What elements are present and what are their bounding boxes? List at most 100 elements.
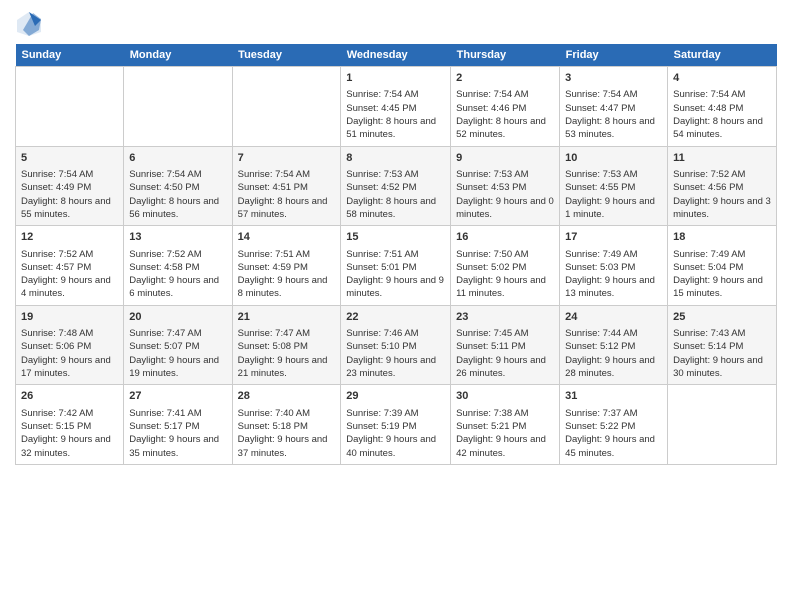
calendar-cell: 28 Sunrise: 7:40 AM Sunset: 5:18 PM Dayli…: [232, 385, 341, 465]
calendar-cell: 29Sunrise: 7:39 AM Sunset: 5:19 PM Dayli…: [341, 385, 451, 465]
day-number: 6: [129, 151, 226, 166]
day-number: 5: [21, 151, 118, 166]
day-number: 2: [456, 71, 554, 86]
day-info: Sunrise: 7:54 AM Sunset: 4:45 PM Dayligh…: [346, 88, 445, 141]
calendar-cell: 3 Sunrise: 7:54 AM Sunset: 4:47 PM Daylig…: [560, 67, 668, 147]
day-number: 17: [565, 230, 662, 245]
day-info: Sunrise: 7:53 AM Sunset: 4:53 PM Dayligh…: [456, 168, 554, 221]
header: [15, 10, 777, 38]
calendar-cell: 24 Sunrise: 7:44 AM Sunset: 5:12 PM Dayli…: [560, 305, 668, 385]
week-row-2: 5 Sunrise: 7:54 AM Sunset: 4:49 PM Daylig…: [16, 146, 777, 226]
calendar-cell: [232, 67, 341, 147]
calendar-cell: 25 Sunrise: 7:43 AM Sunset: 5:14 PM Dayli…: [668, 305, 777, 385]
day-info: Sunrise: 7:53 AM Sunset: 4:55 PM Dayligh…: [565, 168, 662, 221]
calendar-cell: 26 Sunrise: 7:42 AM Sunset: 5:15 PM Dayli…: [16, 385, 124, 465]
calendar-cell: 16 Sunrise: 7:50 AM Sunset: 5:02 PM Dayli…: [451, 226, 560, 306]
calendar-cell: 4Sunrise: 7:54 AM Sunset: 4:48 PM Daylig…: [668, 67, 777, 147]
day-info: Sunrise: 7:54 AM Sunset: 4:46 PM Dayligh…: [456, 88, 554, 141]
day-info: Sunrise: 7:44 AM Sunset: 5:12 PM Dayligh…: [565, 327, 662, 380]
calendar-cell: 11 Sunrise: 7:52 AM Sunset: 4:56 PM Dayli…: [668, 146, 777, 226]
calendar-cell: 7 Sunrise: 7:54 AM Sunset: 4:51 PM Daylig…: [232, 146, 341, 226]
calendar-cell: 13 Sunrise: 7:52 AM Sunset: 4:58 PM Dayli…: [124, 226, 232, 306]
day-number: 30: [456, 389, 554, 404]
calendar-cell: 20Sunrise: 7:47 AM Sunset: 5:07 PM Dayli…: [124, 305, 232, 385]
calendar-cell: 15 Sunrise: 7:51 AM Sunset: 5:01 PM Dayli…: [341, 226, 451, 306]
weekday-header-sunday: Sunday: [16, 44, 124, 67]
day-number: 31: [565, 389, 662, 404]
calendar-cell: 6 Sunrise: 7:54 AM Sunset: 4:50 PM Daylig…: [124, 146, 232, 226]
day-info: Sunrise: 7:40 AM Sunset: 5:18 PM Dayligh…: [238, 407, 336, 460]
day-number: 3: [565, 71, 662, 86]
weekday-header-thursday: Thursday: [451, 44, 560, 67]
day-info: Sunrise: 7:46 AM Sunset: 5:10 PM Dayligh…: [346, 327, 445, 380]
calendar-cell: 31 Sunrise: 7:37 AM Sunset: 5:22 PM Dayli…: [560, 385, 668, 465]
calendar-cell: 8 Sunrise: 7:53 AM Sunset: 4:52 PM Daylig…: [341, 146, 451, 226]
day-number: 21: [238, 310, 336, 325]
calendar-cell: 30 Sunrise: 7:38 AM Sunset: 5:21 PM Dayli…: [451, 385, 560, 465]
weekday-header-row: SundayMondayTuesdayWednesdayThursdayFrid…: [16, 44, 777, 67]
day-number: 27: [129, 389, 226, 404]
day-number: 15: [346, 230, 445, 245]
day-info: Sunrise: 7:51 AM Sunset: 4:59 PM Dayligh…: [238, 248, 336, 301]
day-info: Sunrise: 7:54 AM Sunset: 4:49 PM Dayligh…: [21, 168, 118, 221]
weekday-header-wednesday: Wednesday: [341, 44, 451, 67]
day-number: 10: [565, 151, 662, 166]
day-number: 1: [346, 71, 445, 86]
week-row-5: 26 Sunrise: 7:42 AM Sunset: 5:15 PM Dayli…: [16, 385, 777, 465]
day-number: 24: [565, 310, 662, 325]
logo: [15, 10, 45, 38]
day-number: 26: [21, 389, 118, 404]
day-info: Sunrise: 7:41 AM Sunset: 5:17 PM Dayligh…: [129, 407, 226, 460]
week-row-1: 1 Sunrise: 7:54 AM Sunset: 4:45 PM Daylig…: [16, 67, 777, 147]
day-info: Sunrise: 7:43 AM Sunset: 5:14 PM Dayligh…: [673, 327, 771, 380]
day-info: Sunrise: 7:45 AM Sunset: 5:11 PM Dayligh…: [456, 327, 554, 380]
calendar-cell: 5 Sunrise: 7:54 AM Sunset: 4:49 PM Daylig…: [16, 146, 124, 226]
calendar-table: SundayMondayTuesdayWednesdayThursdayFrid…: [15, 44, 777, 465]
day-info: Sunrise: 7:53 AM Sunset: 4:52 PM Dayligh…: [346, 168, 445, 221]
day-info: Sunrise: 7:54 AM Sunset: 4:51 PM Dayligh…: [238, 168, 336, 221]
day-info: Sunrise: 7:54 AM Sunset: 4:50 PM Dayligh…: [129, 168, 226, 221]
day-info: Sunrise: 7:52 AM Sunset: 4:58 PM Dayligh…: [129, 248, 226, 301]
week-row-4: 19 Sunrise: 7:48 AM Sunset: 5:06 PM Dayli…: [16, 305, 777, 385]
day-number: 13: [129, 230, 226, 245]
day-info: Sunrise: 7:37 AM Sunset: 5:22 PM Dayligh…: [565, 407, 662, 460]
calendar-cell: 27 Sunrise: 7:41 AM Sunset: 5:17 PM Dayli…: [124, 385, 232, 465]
day-number: 16: [456, 230, 554, 245]
calendar-cell: 22 Sunrise: 7:46 AM Sunset: 5:10 PM Dayli…: [341, 305, 451, 385]
day-number: 25: [673, 310, 771, 325]
day-number: 12: [21, 230, 118, 245]
day-number: 22: [346, 310, 445, 325]
calendar-cell: 9 Sunrise: 7:53 AM Sunset: 4:53 PM Daylig…: [451, 146, 560, 226]
logo-icon: [15, 10, 43, 38]
day-number: 28: [238, 389, 336, 404]
calendar-cell: 12 Sunrise: 7:52 AM Sunset: 4:57 PM Dayli…: [16, 226, 124, 306]
day-number: 14: [238, 230, 336, 245]
calendar-cell: 1 Sunrise: 7:54 AM Sunset: 4:45 PM Daylig…: [341, 67, 451, 147]
day-info: Sunrise: 7:38 AM Sunset: 5:21 PM Dayligh…: [456, 407, 554, 460]
calendar-page: SundayMondayTuesdayWednesdayThursdayFrid…: [0, 0, 792, 475]
week-row-3: 12 Sunrise: 7:52 AM Sunset: 4:57 PM Dayli…: [16, 226, 777, 306]
day-number: 18: [673, 230, 771, 245]
calendar-cell: 17Sunrise: 7:49 AM Sunset: 5:03 PM Dayli…: [560, 226, 668, 306]
day-info: Sunrise: 7:50 AM Sunset: 5:02 PM Dayligh…: [456, 248, 554, 301]
day-info: Sunrise: 7:51 AM Sunset: 5:01 PM Dayligh…: [346, 248, 445, 301]
day-info: Sunrise: 7:42 AM Sunset: 5:15 PM Dayligh…: [21, 407, 118, 460]
day-info: Sunrise: 7:52 AM Sunset: 4:57 PM Dayligh…: [21, 248, 118, 301]
day-number: 9: [456, 151, 554, 166]
weekday-header-friday: Friday: [560, 44, 668, 67]
day-info: Sunrise: 7:47 AM Sunset: 5:08 PM Dayligh…: [238, 327, 336, 380]
day-number: 7: [238, 151, 336, 166]
day-number: 11: [673, 151, 771, 166]
day-info: Sunrise: 7:52 AM Sunset: 4:56 PM Dayligh…: [673, 168, 771, 221]
day-number: 23: [456, 310, 554, 325]
day-number: 19: [21, 310, 118, 325]
day-info: Sunrise: 7:54 AM Sunset: 4:47 PM Dayligh…: [565, 88, 662, 141]
day-info: Sunrise: 7:39 AM Sunset: 5:19 PM Dayligh…: [346, 407, 445, 460]
day-number: 8: [346, 151, 445, 166]
calendar-cell: [124, 67, 232, 147]
day-info: Sunrise: 7:48 AM Sunset: 5:06 PM Dayligh…: [21, 327, 118, 380]
calendar-cell: 23 Sunrise: 7:45 AM Sunset: 5:11 PM Dayli…: [451, 305, 560, 385]
calendar-cell: 2 Sunrise: 7:54 AM Sunset: 4:46 PM Daylig…: [451, 67, 560, 147]
weekday-header-tuesday: Tuesday: [232, 44, 341, 67]
day-info: Sunrise: 7:54 AM Sunset: 4:48 PM Dayligh…: [673, 88, 771, 141]
